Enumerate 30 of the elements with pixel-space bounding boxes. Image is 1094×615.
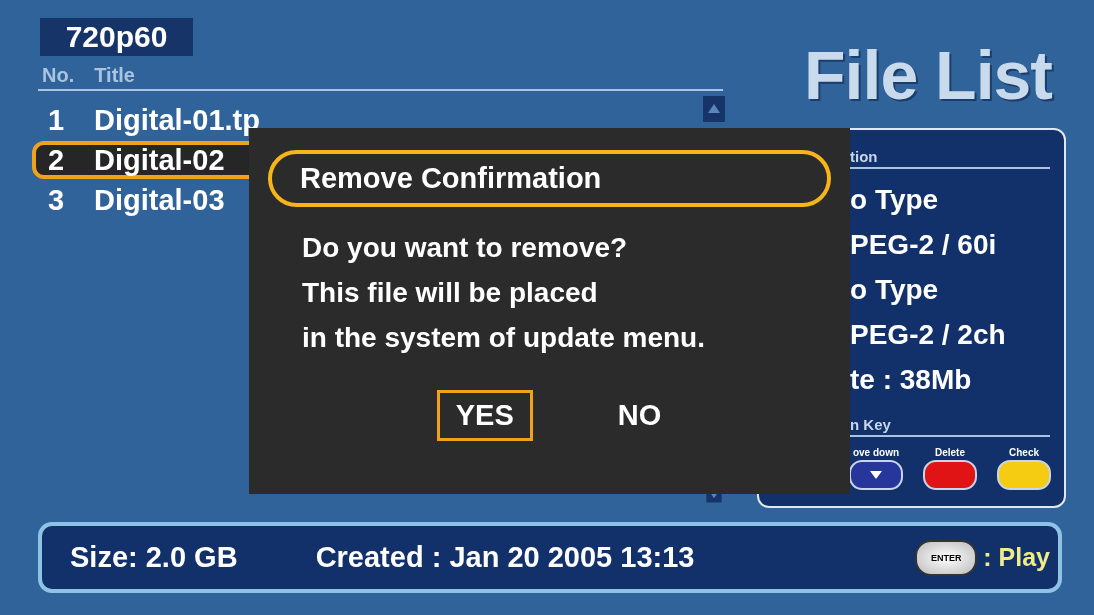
size-text: Size: 2.0 GB <box>70 541 238 574</box>
down-arrow-icon <box>869 470 883 480</box>
file-title: Digital-02 <box>94 143 225 177</box>
scroll-up-icon[interactable] <box>703 96 725 122</box>
info-text: PEG-2 / 2ch <box>850 318 1007 352</box>
file-title: Digital-03 <box>94 183 225 217</box>
info-text: o Type <box>850 273 940 307</box>
page-title: File List <box>803 36 1053 114</box>
dialog-button[interactable]: NO <box>598 390 681 441</box>
key-label: Delete <box>935 447 965 458</box>
dialog-message: Do you want to remove? <box>302 231 629 265</box>
file-number: 3 <box>48 183 66 217</box>
column-header: Title <box>94 64 135 87</box>
dialog-title: Remove Confirmation <box>268 150 831 207</box>
info-text: te : 38Mb <box>850 363 973 397</box>
enter-key: ENTER <box>915 539 978 576</box>
file-number: 2 <box>48 143 66 177</box>
file-title: Digital-01.tp <box>94 103 260 137</box>
dialog-button[interactable]: YES <box>436 390 533 441</box>
key-label: Check <box>1009 447 1039 458</box>
key-label: ove down <box>852 447 900 458</box>
resolution-label: 720p60 <box>40 18 193 56</box>
column-header: No. <box>42 64 75 87</box>
dialog-message: This file will be placed <box>302 276 599 310</box>
file-number: 1 <box>48 103 66 137</box>
dialog-message: in the system of update menu. <box>302 321 706 355</box>
info-text: PEG-2 / 60i <box>850 228 998 262</box>
play-hint: : Play <box>983 543 1050 572</box>
info-text: o Type <box>850 183 940 217</box>
created-text: Created : Jan 20 2005 13:13 <box>315 541 696 574</box>
